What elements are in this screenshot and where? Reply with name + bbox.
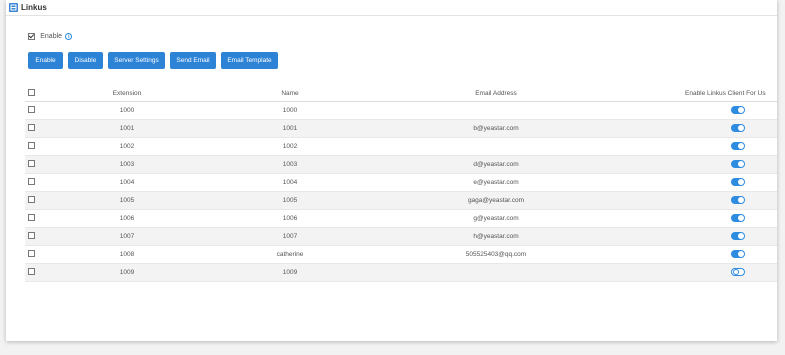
linkus-client-toggle[interactable] xyxy=(731,106,745,114)
table-row[interactable]: 1005 1005 gaga@yeastar.com xyxy=(25,192,777,210)
cell-extension: 1004 xyxy=(119,179,135,186)
cell-extension: 1000 xyxy=(119,107,135,114)
cell-extension: 1009 xyxy=(119,269,135,276)
linkus-client-toggle[interactable] xyxy=(731,178,745,186)
row-checkbox[interactable] xyxy=(28,214,35,222)
table-header: Extension Name Email Address Enable Link… xyxy=(25,87,777,102)
row-checkbox[interactable] xyxy=(28,106,35,114)
row-checkbox[interactable] xyxy=(28,124,35,132)
cell-name: 1005 xyxy=(282,197,298,204)
table-row[interactable]: 1004 1004 e@yeastar.com xyxy=(25,174,777,192)
cell-email: d@yeastar.com xyxy=(473,161,519,168)
cell-email: h@yeastar.com xyxy=(473,233,519,240)
cell-name: 1009 xyxy=(282,269,298,276)
row-checkbox[interactable] xyxy=(28,232,35,240)
cell-email: 505525403@qq.com xyxy=(465,251,527,258)
enable-row: Enable i xyxy=(28,32,73,42)
cell-name: 1006 xyxy=(282,215,298,222)
linkus-client-toggle[interactable] xyxy=(731,268,745,276)
cell-email: g@yeastar.com xyxy=(473,215,519,222)
header-name[interactable]: Name xyxy=(240,87,340,101)
row-checkbox[interactable] xyxy=(28,160,35,168)
table-row[interactable]: 1007 1007 h@yeastar.com xyxy=(25,228,777,246)
cell-name: catherine xyxy=(276,251,304,258)
linkus-client-toggle[interactable] xyxy=(731,160,745,168)
row-checkbox[interactable] xyxy=(28,250,35,258)
cell-email: gaga@yeastar.com xyxy=(467,197,525,204)
server-settings-button[interactable]: Server Settings xyxy=(108,52,165,69)
table-row[interactable]: 1003 1003 d@yeastar.com xyxy=(25,156,777,174)
linkus-client-toggle[interactable] xyxy=(731,124,745,132)
cell-extension: 1005 xyxy=(119,197,135,204)
header-extension[interactable]: Extension xyxy=(77,87,177,101)
extensions-table: Extension Name Email Address Enable Link… xyxy=(25,87,777,282)
info-icon[interactable]: i xyxy=(65,33,73,41)
header-email[interactable]: Email Address xyxy=(431,87,561,101)
cell-extension: 1006 xyxy=(119,215,135,222)
panel-title-bar: Linkus xyxy=(6,0,777,16)
row-checkbox[interactable] xyxy=(28,196,35,204)
linkus-client-toggle[interactable] xyxy=(731,214,745,222)
cell-name: 1001 xyxy=(282,125,298,132)
cell-email: e@yeastar.com xyxy=(473,179,519,186)
cell-name: 1007 xyxy=(282,233,298,240)
cell-email: b@yeastar.com xyxy=(473,125,519,132)
cell-name: 1003 xyxy=(282,161,298,168)
enable-label: Enable xyxy=(40,33,63,41)
linkus-client-toggle[interactable] xyxy=(731,196,745,204)
row-checkbox[interactable] xyxy=(28,142,35,150)
table-body: 1000 1000 1001 1001 b@yeastar.com 1002 1002 100… xyxy=(25,102,777,282)
row-checkbox[interactable] xyxy=(28,178,35,186)
select-all-checkbox[interactable] xyxy=(28,89,35,97)
email-template-button[interactable]: Email Template xyxy=(221,52,278,69)
cell-extension: 1007 xyxy=(119,233,135,240)
table-row[interactable]: 1006 1006 g@yeastar.com xyxy=(25,210,777,228)
cell-name: 1004 xyxy=(282,179,298,186)
linkus-panel: Linkus Enable i Enable Disable Server Se… xyxy=(6,0,777,341)
table-row[interactable]: 1009 1009 xyxy=(25,264,777,282)
cell-name: 1000 xyxy=(282,107,298,114)
table-row[interactable]: 1002 1002 xyxy=(25,138,777,156)
table-row[interactable]: 1008 catherine 505525403@qq.com xyxy=(25,246,777,264)
table-row[interactable]: 1000 1000 xyxy=(25,102,777,120)
header-linkus-client: Enable Linkus Client For Us xyxy=(685,90,766,97)
linkus-client-toggle[interactable] xyxy=(731,250,745,258)
row-checkbox[interactable] xyxy=(28,268,35,276)
send-email-button[interactable]: Send Email xyxy=(170,52,216,69)
cell-name: 1002 xyxy=(282,143,298,150)
linkus-client-toggle[interactable] xyxy=(731,232,745,240)
cell-extension: 1002 xyxy=(119,143,135,150)
cell-extension: 1001 xyxy=(119,125,135,132)
table-row[interactable]: 1001 1001 b@yeastar.com xyxy=(25,120,777,138)
panel-title: Linkus xyxy=(21,3,47,12)
cell-extension: 1008 xyxy=(119,251,135,258)
disable-button[interactable]: Disable xyxy=(68,52,103,69)
cell-extension: 1003 xyxy=(119,161,135,168)
enable-button[interactable]: Enable xyxy=(28,52,63,69)
linkus-app-icon xyxy=(9,3,18,12)
linkus-client-toggle[interactable] xyxy=(731,142,745,150)
enable-checkbox[interactable] xyxy=(28,33,35,41)
